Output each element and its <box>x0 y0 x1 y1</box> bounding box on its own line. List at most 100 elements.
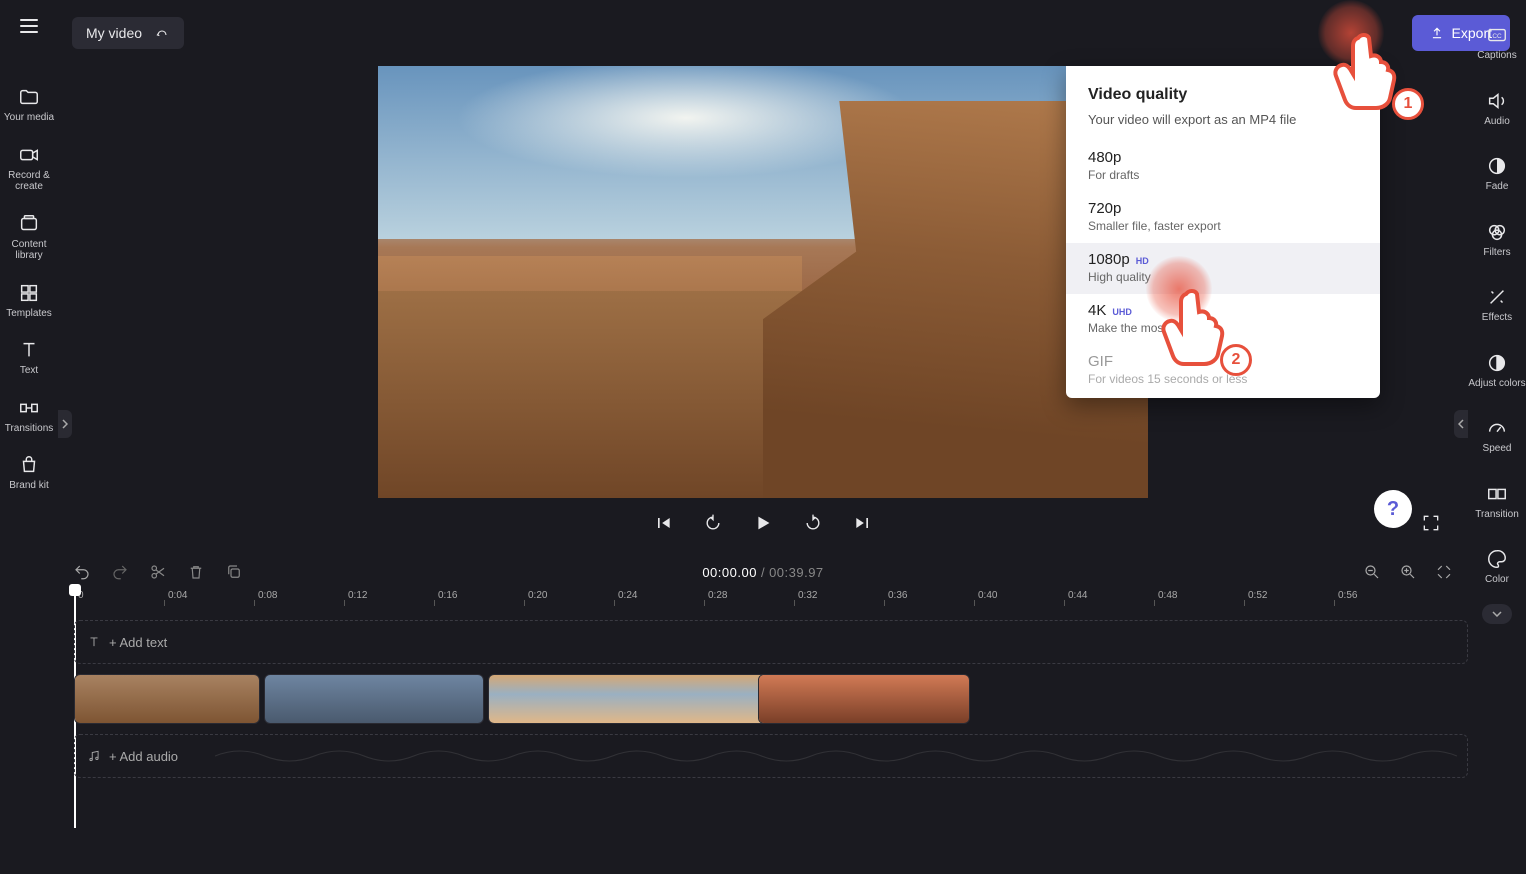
right-item-speed[interactable]: Speed <box>1468 405 1526 467</box>
ruler-tick: 0:20 <box>524 590 614 612</box>
ruler-tick: 0:04 <box>164 590 254 612</box>
audio-waveform <box>215 744 1457 768</box>
right-label: Speed <box>1483 443 1512 455</box>
sidebar-item-record[interactable]: Record & create <box>0 134 58 203</box>
right-label: Adjust colors <box>1468 378 1525 390</box>
duplicate-button[interactable] <box>224 562 244 582</box>
transport-controls <box>58 510 1468 536</box>
right-label: Effects <box>1482 312 1512 324</box>
video-preview[interactable] <box>378 66 1148 498</box>
timecode: 00:00.00/00:39.97 <box>702 565 823 580</box>
ruler-tick: 0:40 <box>974 590 1064 612</box>
ruler-tick: 0:12 <box>344 590 434 612</box>
left-sidebar: Your media Record & create Content libra… <box>0 0 58 874</box>
right-item-audio[interactable]: Audio <box>1468 78 1526 140</box>
right-item-adjust-colors[interactable]: Adjust colors <box>1468 340 1526 402</box>
zoom-in-button[interactable] <box>1398 562 1418 582</box>
gauge-icon <box>1486 417 1508 439</box>
ruler-tick: 0 <box>74 590 164 612</box>
right-item-effects[interactable]: Effects <box>1468 274 1526 336</box>
sidebar-label: Text <box>20 365 38 377</box>
sidebar-label: Record & create <box>0 170 58 193</box>
right-item-captions[interactable]: CC Captions <box>1468 12 1526 74</box>
ruler-tick: 0:16 <box>434 590 524 612</box>
right-label: Color <box>1485 574 1509 586</box>
fade-icon <box>1486 155 1508 177</box>
ruler-tick: 0:32 <box>794 590 884 612</box>
right-sidebar: CC Captions Audio Fade Filters Effects A… <box>1468 4 1526 624</box>
skip-start-button[interactable] <box>650 510 676 536</box>
export-option-gif[interactable]: GIF For videos 15 seconds or less <box>1066 345 1380 396</box>
transition-icon <box>18 397 40 419</box>
filters-icon <box>1486 221 1508 243</box>
sync-icon <box>154 25 170 41</box>
contrast-icon <box>1486 352 1508 374</box>
forward-button[interactable] <box>800 510 826 536</box>
palette-icon <box>1486 548 1508 570</box>
rewind-button[interactable] <box>700 510 726 536</box>
speaker-icon <box>1486 90 1508 112</box>
menu-button[interactable] <box>9 6 49 46</box>
folder-icon <box>18 86 40 108</box>
cc-icon: CC <box>1486 24 1508 46</box>
skip-end-button[interactable] <box>850 510 876 536</box>
export-option-480p[interactable]: 480p For drafts <box>1066 141 1380 192</box>
ruler-tick: 0:08 <box>254 590 344 612</box>
video-clip[interactable] <box>264 674 484 724</box>
right-label: Captions <box>1477 50 1516 62</box>
right-item-filters[interactable]: Filters <box>1468 209 1526 271</box>
svg-text:CC: CC <box>1492 33 1502 40</box>
project-title[interactable]: My video <box>72 17 184 49</box>
text-track-lane[interactable]: + Add text <box>74 620 1468 664</box>
sidebar-label: Transitions <box>5 423 54 435</box>
text-icon <box>87 635 101 649</box>
right-item-color[interactable]: Color <box>1468 536 1526 598</box>
sidebar-item-text[interactable]: Text <box>0 329 58 387</box>
ruler-tick: 0:36 <box>884 590 974 612</box>
right-rail-collapse-button[interactable] <box>1482 604 1512 624</box>
ruler-tick: 0:24 <box>614 590 704 612</box>
export-option-4k[interactable]: 4KUHD Make the most of <box>1066 294 1380 345</box>
sidebar-label: Brand kit <box>9 480 48 492</box>
ruler-tick: 0:48 <box>1154 590 1244 612</box>
timeline-tracks: + Add text + Add audio <box>74 620 1468 788</box>
help-button[interactable]: ? <box>1374 490 1412 528</box>
timeline-toolbar: 00:00.00/00:39.97 <box>58 554 1468 590</box>
sidebar-item-your-media[interactable]: Your media <box>0 76 58 134</box>
sidebar-item-templates[interactable]: Templates <box>0 272 58 330</box>
ruler-tick: 0:28 <box>704 590 794 612</box>
audio-track-lane[interactable]: + Add audio <box>74 734 1468 778</box>
grid-icon <box>18 282 40 304</box>
right-label: Fade <box>1486 181 1509 193</box>
right-item-transition[interactable]: Transition <box>1468 471 1526 533</box>
video-clip[interactable] <box>74 674 260 724</box>
sidebar-item-brand-kit[interactable]: Brand kit <box>0 444 58 502</box>
right-item-fade[interactable]: Fade <box>1468 143 1526 205</box>
sidebar-item-transitions[interactable]: Transitions <box>0 387 58 445</box>
delete-button[interactable] <box>186 562 206 582</box>
fullscreen-button[interactable] <box>1418 510 1444 536</box>
timeline-ruler[interactable]: 00:040:080:120:160:200:240:280:320:360:4… <box>74 590 1468 612</box>
sparkle-icon <box>1486 286 1508 308</box>
top-bar: My video Export <box>58 0 1526 66</box>
bag-icon <box>18 454 40 476</box>
redo-button[interactable] <box>110 562 130 582</box>
camera-icon <box>18 144 40 166</box>
split-button[interactable] <box>148 562 168 582</box>
right-label: Filters <box>1483 247 1510 259</box>
add-text-label: + Add text <box>109 635 167 650</box>
library-icon <box>18 213 40 235</box>
right-label: Transition <box>1475 509 1519 521</box>
sidebar-item-content-library[interactable]: Content library <box>0 203 58 272</box>
total-time: 00:39.97 <box>769 565 824 580</box>
transition2-icon <box>1486 483 1508 505</box>
export-option-720p[interactable]: 720p Smaller file, faster export <box>1066 192 1380 243</box>
export-option-1080p[interactable]: 1080pHD High quality <box>1066 243 1380 294</box>
zoom-fit-button[interactable] <box>1434 562 1454 582</box>
undo-button[interactable] <box>72 562 92 582</box>
ruler-tick: 0:56 <box>1334 590 1424 612</box>
play-button[interactable] <box>750 510 776 536</box>
video-clip[interactable] <box>758 674 970 724</box>
sidebar-label: Your media <box>4 112 54 124</box>
zoom-out-button[interactable] <box>1362 562 1382 582</box>
